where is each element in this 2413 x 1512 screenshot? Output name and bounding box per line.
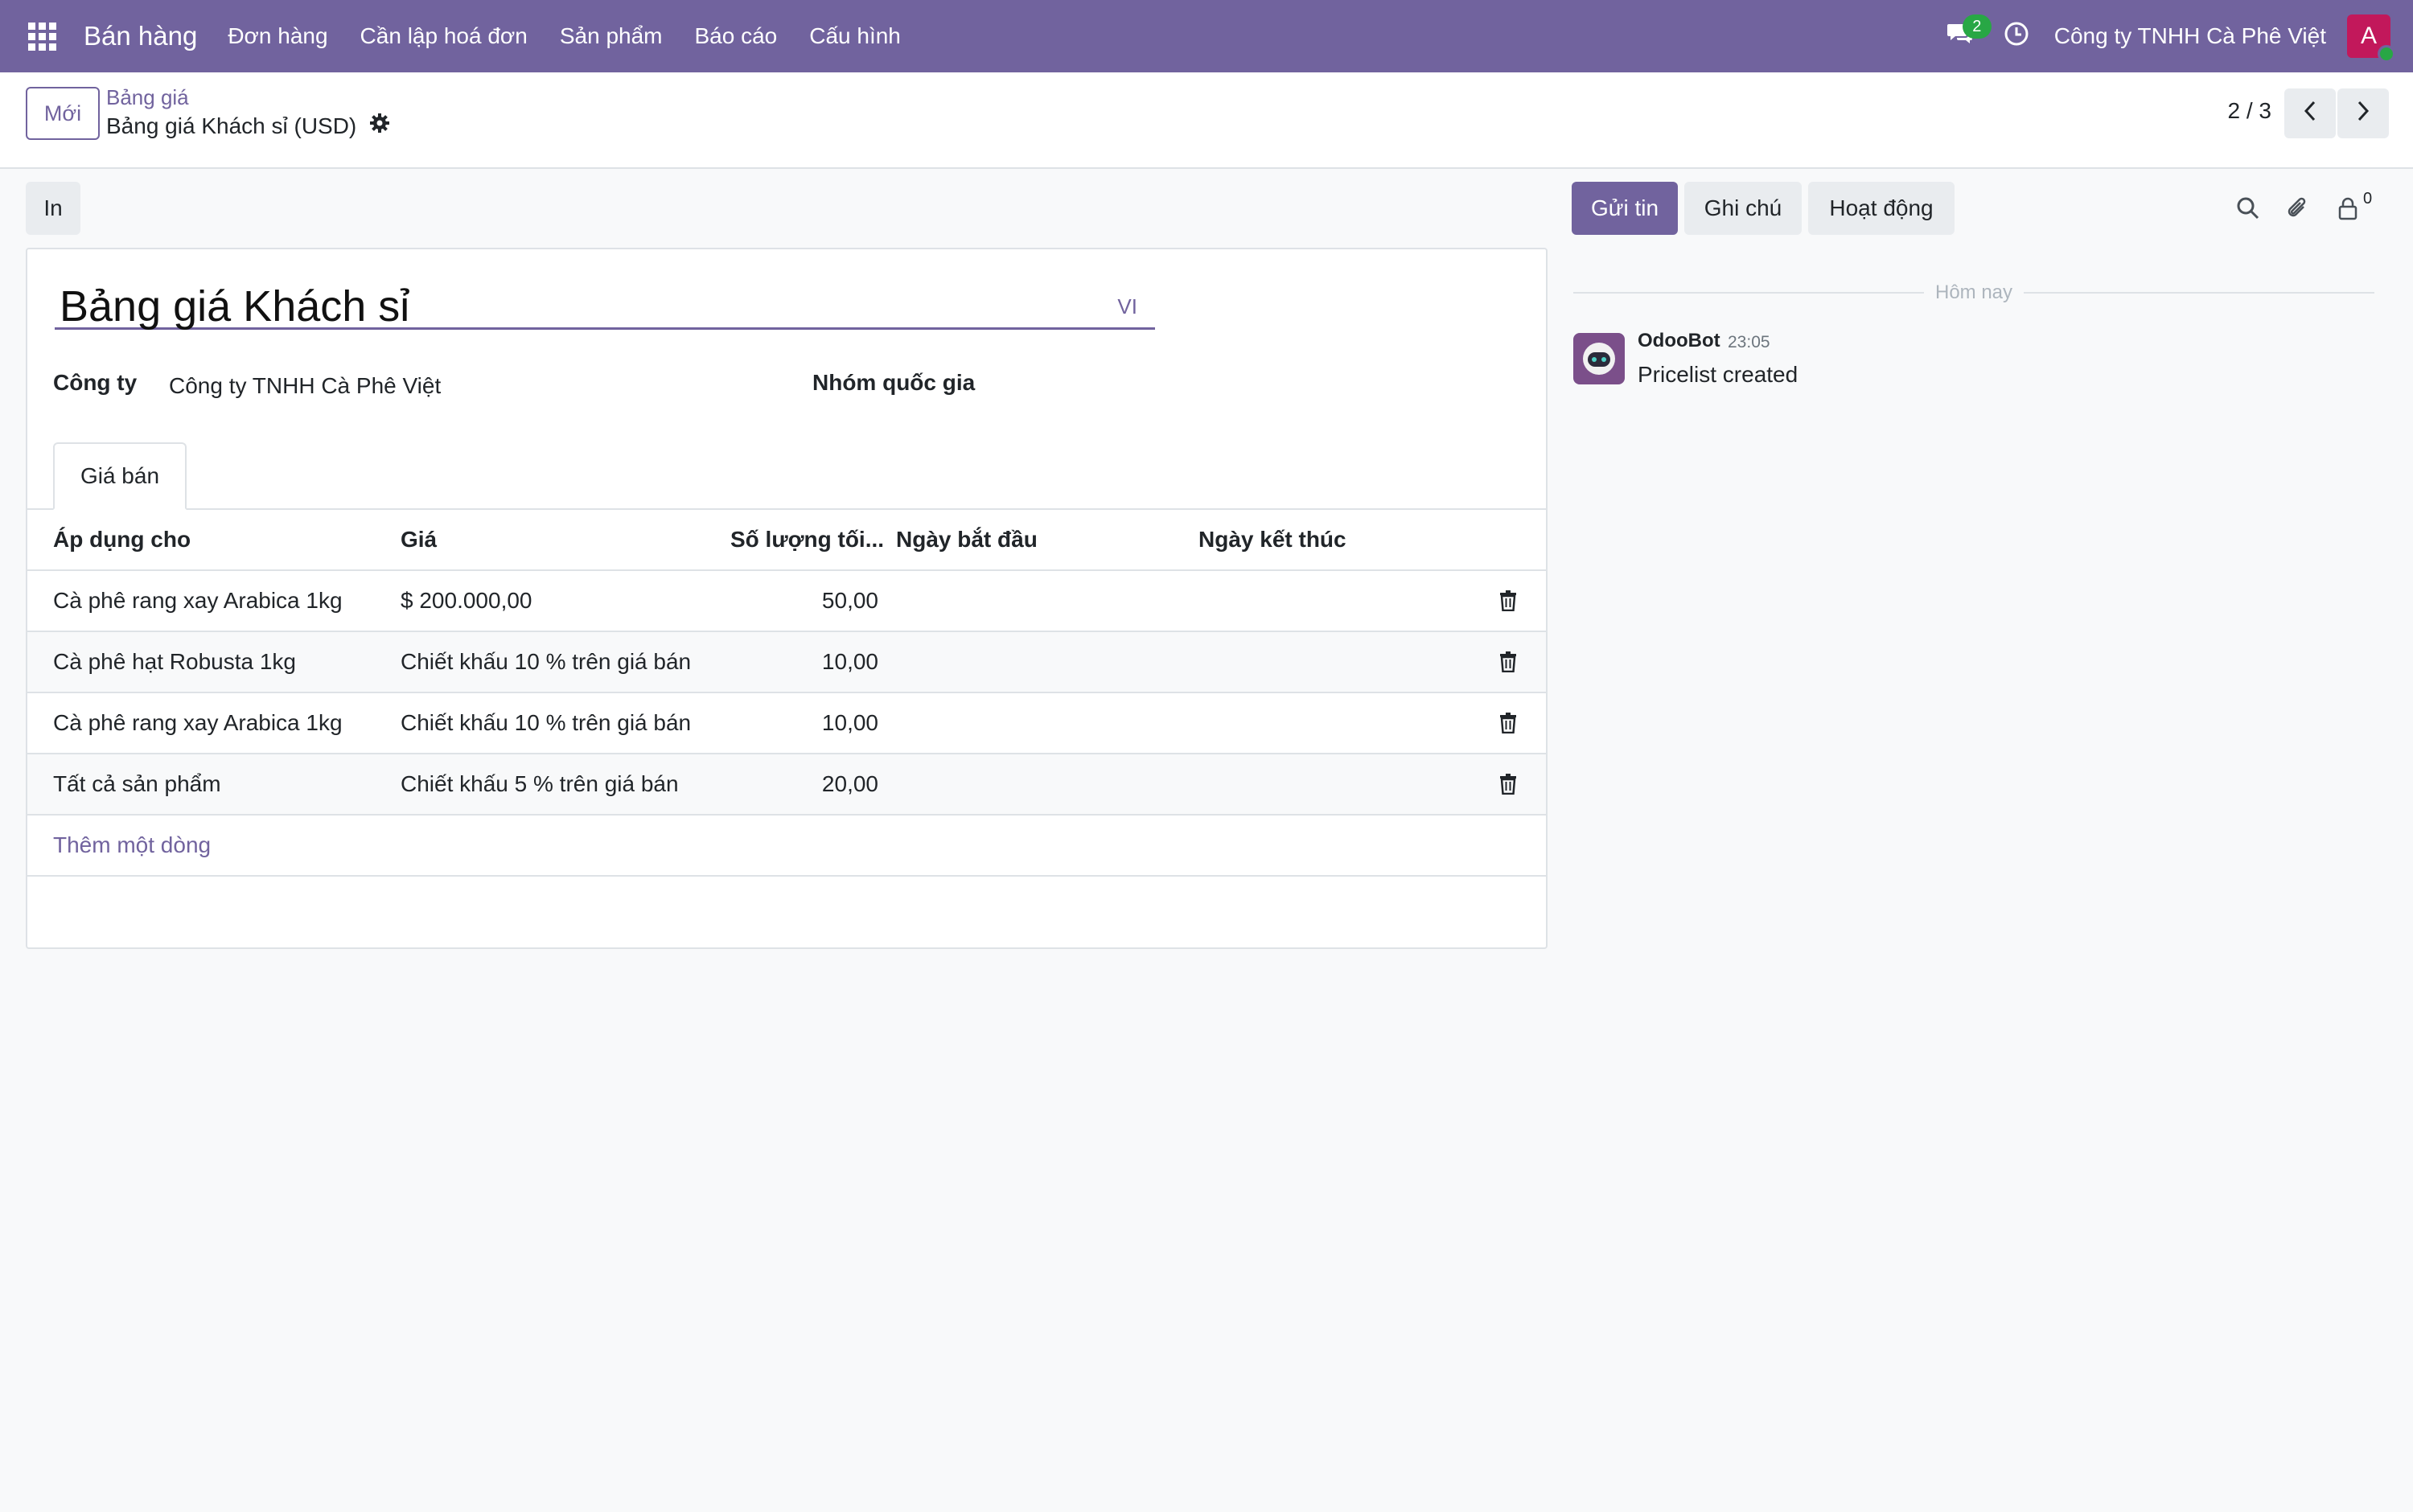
- app-name[interactable]: Bán hàng: [84, 21, 197, 51]
- company-label: Công ty: [53, 370, 138, 395]
- form-sheet: Bảng giá Khách sỉ VI Công ty Công ty TNH…: [26, 248, 1548, 949]
- clock-icon: [2004, 21, 2029, 52]
- message-body: Pricelist created: [1638, 362, 1798, 387]
- follow-lock-icon[interactable]: [2329, 190, 2366, 227]
- row-apply-on: Cà phê rang xay Arabica 1kg: [53, 588, 343, 613]
- pager-value[interactable]: 2 / 3: [2228, 98, 2271, 124]
- row-min-qty: 10,00: [821, 649, 878, 674]
- table-row[interactable]: Tất cả sản phẩm Chiết khấu 5 % trên giá …: [27, 754, 1546, 816]
- menu-configuration[interactable]: Cấu hình: [793, 0, 917, 72]
- gear-icon[interactable]: [369, 113, 390, 139]
- column-header-start-date[interactable]: Ngày bắt đầu: [896, 527, 1038, 553]
- messages-count-badge: 2: [1962, 14, 1992, 39]
- menu-orders[interactable]: Đơn hàng: [212, 0, 343, 72]
- row-price: $ 200.000,00: [401, 588, 532, 613]
- activities-schedule-button[interactable]: Hoạt động: [1808, 182, 1955, 235]
- table-row[interactable]: Cà phê rang xay Arabica 1kg Chiết khấu 1…: [27, 693, 1546, 754]
- company-field[interactable]: Công ty TNHH Cà Phê Việt: [169, 373, 441, 399]
- row-apply-on: Cà phê hạt Robusta 1kg: [53, 649, 296, 674]
- search-icon[interactable]: [2230, 190, 2267, 227]
- notebook-tabs: Giá bán: [27, 442, 1546, 510]
- menu-to-invoice[interactable]: Cần lập hoá đơn: [344, 0, 544, 72]
- paperclip-icon[interactable]: [2279, 190, 2316, 227]
- activities-button[interactable]: [1988, 0, 2045, 72]
- messaging-button[interactable]: 2: [1932, 0, 1992, 72]
- row-price: Chiết khấu 5 % trên giá bán: [401, 771, 679, 796]
- column-header-end-date[interactable]: Ngày kết thúc: [1198, 527, 1346, 553]
- day-separator-label: Hôm nay: [1934, 281, 2013, 303]
- row-min-qty: 20,00: [821, 771, 878, 796]
- table-header: Áp dụng cho Giá Số lượng tối... Ngày bắt…: [27, 510, 1546, 571]
- translate-language-button[interactable]: VI: [1117, 294, 1137, 319]
- trash-icon[interactable]: [1496, 586, 1520, 615]
- pricelist-name-field[interactable]: Bảng giá Khách sỉ VI: [55, 278, 1155, 331]
- followers-count: 0: [2363, 190, 2373, 207]
- trash-icon[interactable]: [1496, 709, 1520, 738]
- add-line-link[interactable]: Thêm một dòng: [53, 832, 211, 858]
- message-author[interactable]: OdooBot: [1638, 330, 1720, 352]
- row-min-qty: 10,00: [821, 710, 878, 735]
- pager-previous-button[interactable]: [2284, 88, 2336, 138]
- user-initial: A: [2360, 23, 2377, 49]
- user-avatar[interactable]: A: [2347, 14, 2395, 63]
- menu-reporting[interactable]: Báo cáo: [678, 0, 793, 72]
- breadcrumb-parent[interactable]: Bảng giá: [106, 85, 189, 110]
- tab-sales-price[interactable]: Giá bán: [53, 442, 187, 510]
- chevron-left-icon: [2302, 100, 2318, 128]
- control-panel: Mới Bảng giá Bảng giá Khách sỉ (USD) 2 /…: [0, 72, 2413, 169]
- row-apply-on: Tất cả sản phẩm: [53, 771, 221, 796]
- company-switcher[interactable]: Công ty TNHH Cà Phê Việt: [2045, 23, 2347, 49]
- chevron-right-icon: [2355, 100, 2371, 128]
- table-row[interactable]: Cà phê hạt Robusta 1kg Chiết khấu 10 % t…: [27, 632, 1546, 693]
- new-button[interactable]: Mới: [26, 87, 100, 140]
- column-header-apply-on[interactable]: Áp dụng cho: [53, 527, 191, 553]
- day-separator: Hôm nay: [1573, 278, 2375, 307]
- column-header-min-qty[interactable]: Số lượng tối...: [730, 527, 884, 553]
- apps-menu-icon[interactable]: [0, 0, 84, 72]
- pricelist-rules-table: Áp dụng cho Giá Số lượng tối... Ngày bắt…: [27, 510, 1546, 877]
- log-note-button[interactable]: Ghi chú: [1684, 182, 1802, 235]
- menu-products[interactable]: Sản phẩm: [544, 0, 679, 72]
- pricelist-name-value: Bảng giá Khách sỉ: [60, 282, 410, 331]
- top-navbar: Bán hàng Đơn hàng Cần lập hoá đơn Sản ph…: [0, 0, 2413, 72]
- online-status-icon: [2378, 45, 2395, 63]
- table-row[interactable]: Cà phê rang xay Arabica 1kg $ 200.000,00…: [27, 571, 1546, 632]
- pager-next-button[interactable]: [2337, 88, 2389, 138]
- breadcrumb-current: Bảng giá Khách sỉ (USD): [106, 113, 390, 139]
- odoobot-avatar[interactable]: [1573, 333, 1625, 384]
- column-header-price[interactable]: Giá: [401, 527, 437, 553]
- print-button[interactable]: In: [26, 182, 80, 235]
- row-min-qty: 50,00: [821, 588, 878, 613]
- breadcrumb-current-label: Bảng giá Khách sỉ (USD): [106, 113, 357, 138]
- row-price: Chiết khấu 10 % trên giá bán: [401, 649, 692, 674]
- message-time: 23:05: [1728, 333, 1770, 351]
- row-price: Chiết khấu 10 % trên giá bán: [401, 710, 692, 735]
- row-apply-on: Cà phê rang xay Arabica 1kg: [53, 710, 343, 735]
- send-message-button[interactable]: Gửi tin: [1572, 182, 1678, 235]
- trash-icon[interactable]: [1496, 647, 1520, 676]
- add-line-row: Thêm một dòng: [27, 816, 1546, 877]
- country-group-label: Nhóm quốc gia: [812, 370, 976, 395]
- trash-icon[interactable]: [1496, 770, 1520, 799]
